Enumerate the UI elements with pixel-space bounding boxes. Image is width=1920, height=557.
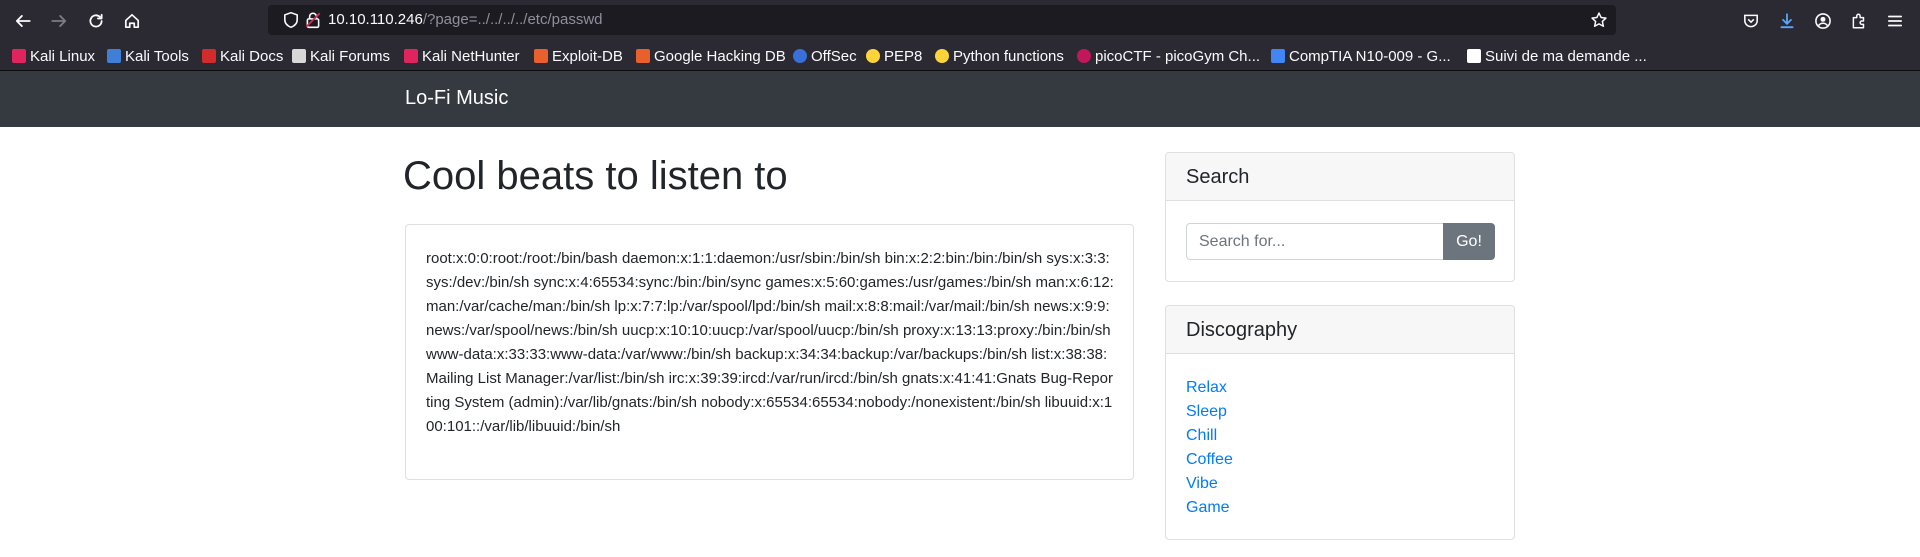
bookmark-item[interactable]: Kali Tools <box>107 46 189 66</box>
insecure-lock-icon[interactable] <box>304 11 322 29</box>
discography-link-vibe[interactable]: Vibe <box>1186 475 1218 492</box>
page-title: Cool beats to listen to <box>403 154 788 198</box>
site-navbar: Lo-Fi Music <box>0 71 1920 127</box>
bookmark-label: Google Hacking DB <box>654 47 786 65</box>
bookmark-label: Suivi de ma demande ... <box>1485 47 1647 65</box>
discography-link-relax[interactable]: Relax <box>1186 379 1227 396</box>
url-path: /?page=../../../../etc/passwd <box>422 11 603 28</box>
downloads-button[interactable] <box>1774 8 1800 34</box>
home-button[interactable] <box>119 8 145 34</box>
list-item: Sleep <box>1186 400 1233 424</box>
account-icon <box>1815 13 1831 29</box>
bookmark-item[interactable]: Kali Forums <box>292 46 390 66</box>
download-icon <box>1780 13 1794 29</box>
bookmark-item[interactable]: Kali Docs <box>202 46 283 66</box>
exploit-db-icon <box>534 49 548 63</box>
puzzle-icon <box>1852 13 1865 29</box>
discography-card-title: Discography <box>1186 319 1298 341</box>
python-icon <box>935 49 949 63</box>
bookmark-item[interactable]: PEP8 <box>866 46 922 66</box>
bookmark-item[interactable]: Google Hacking DB <box>636 46 786 66</box>
list-item: Chill <box>1186 424 1233 448</box>
bookmark-label: Kali Docs <box>220 47 284 65</box>
account-button[interactable] <box>1810 8 1836 34</box>
home-icon <box>124 13 140 29</box>
bookmark-label: Exploit-DB <box>552 47 623 65</box>
list-item: Vibe <box>1186 472 1233 496</box>
discography-link-chill[interactable]: Chill <box>1186 427 1217 444</box>
bookmarks-bar: Kali Linux Kali Tools Kali Docs Kali Forums… <box>0 41 1920 71</box>
hamburger-menu-icon <box>1887 15 1903 27</box>
back-arrow-icon <box>15 15 31 27</box>
bookmark-label: Kali Linux <box>30 47 96 65</box>
bookmark-item[interactable]: Python functions <box>935 46 1064 66</box>
url-host: 10.10.110.246 <box>328 11 423 28</box>
search-card-title: Search <box>1186 166 1250 188</box>
form-icon <box>1467 49 1481 63</box>
bookmark-label: OffSec <box>811 47 857 65</box>
picoctf-icon <box>1077 49 1091 63</box>
bookmark-item[interactable]: CompTIA N10-009 - G... <box>1271 46 1451 66</box>
list-item: Coffee <box>1186 448 1233 472</box>
pocket-button[interactable] <box>1738 8 1764 34</box>
kali-icon <box>12 49 26 63</box>
offsec-icon <box>793 49 807 63</box>
bookmark-label: Kali NetHunter <box>422 47 520 65</box>
list-item: Relax <box>1186 376 1233 400</box>
discography-link-sleep[interactable]: Sleep <box>1186 403 1227 420</box>
bookmark-label: picoCTF - picoGym Ch... <box>1095 47 1261 65</box>
reload-button[interactable] <box>83 8 109 34</box>
bookmark-item[interactable]: Kali NetHunter <box>404 46 520 66</box>
included-file-content: root:x:0:0:root:/root:/bin/bash daemon:x… <box>426 250 1114 435</box>
forward-button[interactable] <box>46 8 72 34</box>
pocket-icon <box>1744 14 1758 28</box>
url-text[interactable]: 10.10.110.246/?page=../../../../etc/pass… <box>328 11 603 29</box>
shield-icon[interactable] <box>282 11 300 29</box>
python-icon <box>866 49 880 63</box>
docs-icon <box>1271 49 1285 63</box>
discography-link-coffee[interactable]: Coffee <box>1186 451 1233 468</box>
reload-icon <box>89 13 103 28</box>
bookmark-label: Kali Tools <box>125 47 189 65</box>
discography-card: Discography Relax Sleep Chill Coffee Vib… <box>1165 305 1515 540</box>
bookmark-label: CompTIA N10-009 - G... <box>1289 47 1451 65</box>
bookmark-label: Kali Forums <box>310 47 391 65</box>
url-bar[interactable]: 10.10.110.246/?page=../../../../etc/pass… <box>268 5 1616 35</box>
kali-tools-icon <box>107 49 121 63</box>
bookmark-item[interactable]: Suivi de ma demande ... <box>1467 46 1647 66</box>
bookmark-item[interactable]: OffSec <box>793 46 857 66</box>
discography-card-header: Discography <box>1166 306 1514 354</box>
kali-forums-icon <box>292 49 306 63</box>
bookmark-item[interactable]: picoCTF - picoGym Ch... <box>1077 46 1260 66</box>
kali-nethunter-icon <box>404 49 418 63</box>
search-card: Search Go! <box>1165 152 1515 282</box>
search-card-header: Search <box>1166 153 1514 201</box>
menu-button[interactable] <box>1882 8 1908 34</box>
bookmark-item[interactable]: Exploit-DB <box>534 46 623 66</box>
list-item: Game <box>1186 496 1233 520</box>
back-button[interactable] <box>10 8 36 34</box>
content-card: root:x:0:0:root:/root:/bin/bash daemon:x… <box>405 224 1134 480</box>
forward-arrow-icon <box>51 15 67 27</box>
site-brand[interactable]: Lo-Fi Music <box>405 87 508 110</box>
bookmark-label: PEP8 <box>884 47 923 65</box>
extensions-button[interactable] <box>1846 8 1872 34</box>
bookmark-item[interactable]: Kali Linux <box>12 46 95 66</box>
kali-docs-icon <box>202 49 216 63</box>
discography-link-game[interactable]: Game <box>1186 499 1230 516</box>
search-input[interactable] <box>1186 223 1444 260</box>
search-go-button[interactable]: Go! <box>1443 223 1495 260</box>
browser-toolbar: 10.10.110.246/?page=../../../../etc/pass… <box>0 0 1920 41</box>
bookmark-star-icon[interactable] <box>1590 11 1608 29</box>
discography-list: Relax Sleep Chill Coffee Vibe Game <box>1186 376 1233 520</box>
bookmark-label: Python functions <box>953 47 1064 65</box>
ghdb-icon <box>636 49 650 63</box>
